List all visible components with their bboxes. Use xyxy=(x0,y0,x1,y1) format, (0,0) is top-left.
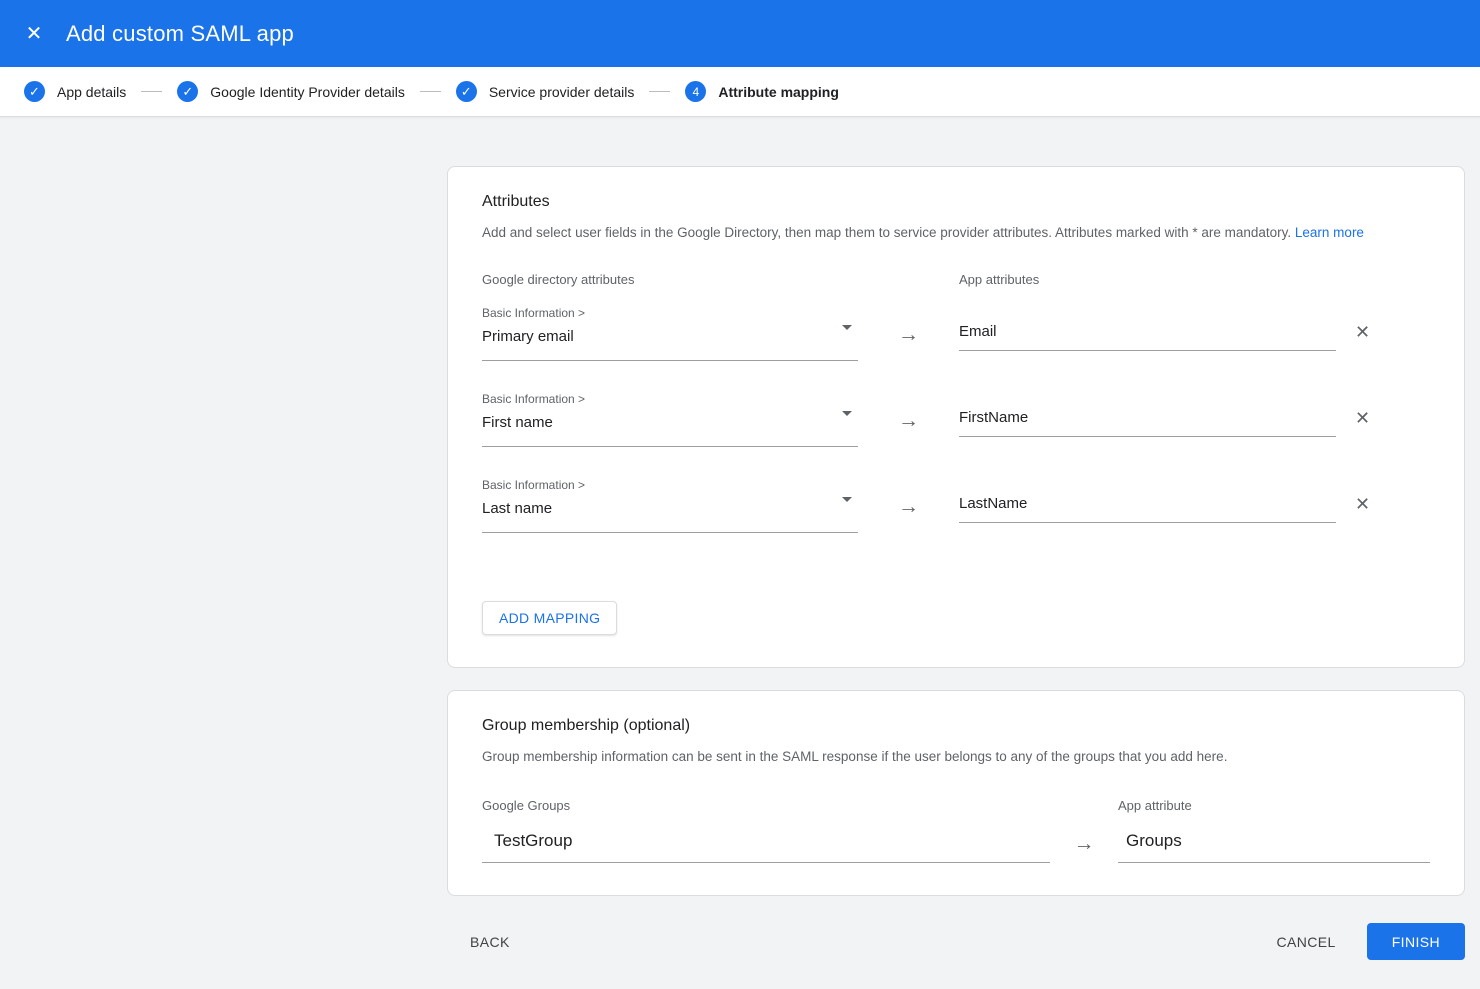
wizard-footer: BACK CANCEL FINISH xyxy=(447,923,1465,980)
page-content: Attributes Add and select user fields in… xyxy=(0,117,1480,980)
step-label: Google Identity Provider details xyxy=(210,84,405,100)
check-icon: ✓ xyxy=(24,81,45,102)
column-header-app-attribute: App attribute xyxy=(1118,798,1430,813)
finish-button[interactable]: FINISH xyxy=(1367,923,1465,960)
step-attribute-mapping[interactable]: 4 Attribute mapping xyxy=(685,81,839,102)
learn-more-link[interactable]: Learn more xyxy=(1295,225,1364,240)
column-header-google-directory: Google directory attributes xyxy=(482,272,858,287)
group-membership-card: Group membership (optional) Group member… xyxy=(447,690,1465,896)
mapping-row: Basic Information > Last name → LastName… xyxy=(482,477,1430,533)
step-divider xyxy=(649,91,670,92)
step-service-provider-details[interactable]: ✓ Service provider details xyxy=(456,81,635,102)
app-attribute-input[interactable]: FirstName xyxy=(959,408,1336,437)
directory-attribute-select[interactable]: Basic Information > First name xyxy=(482,391,858,447)
select-category-label: Basic Information > xyxy=(482,477,858,493)
close-icon[interactable]: ✕ xyxy=(16,16,52,52)
attributes-card-title: Attributes xyxy=(482,193,1430,211)
step-app-details[interactable]: ✓ App details xyxy=(24,81,126,102)
step-label: Attribute mapping xyxy=(718,84,839,100)
app-attribute-input[interactable]: LastName xyxy=(959,494,1336,523)
back-button[interactable]: BACK xyxy=(464,926,516,958)
select-value: Primary email xyxy=(482,327,858,347)
app-attribute-input[interactable]: Email xyxy=(959,322,1336,351)
select-value: Last name xyxy=(482,499,858,519)
dialog-title: Add custom SAML app xyxy=(66,21,294,47)
column-header-app-attributes: App attributes xyxy=(959,272,1336,287)
check-icon: ✓ xyxy=(177,81,198,102)
step-divider xyxy=(420,91,441,92)
remove-mapping-icon[interactable]: ✕ xyxy=(1355,322,1370,342)
group-app-attribute-input[interactable]: Groups xyxy=(1118,831,1430,863)
add-mapping-button[interactable]: ADD MAPPING xyxy=(482,601,617,635)
description-text: Add and select user fields in the Google… xyxy=(482,225,1291,240)
step-divider xyxy=(141,91,162,92)
group-card-title: Group membership (optional) xyxy=(482,717,1430,735)
attributes-card: Attributes Add and select user fields in… xyxy=(447,166,1465,668)
step-label: App details xyxy=(57,84,126,100)
remove-mapping-icon[interactable]: ✕ xyxy=(1355,494,1370,514)
step-label: Service provider details xyxy=(489,84,635,100)
mapping-row: Basic Information > Primary email → Emai… xyxy=(482,305,1430,361)
mapping-row: Basic Information > First name → FirstNa… xyxy=(482,391,1430,447)
step-google-idp-details[interactable]: ✓ Google Identity Provider details xyxy=(177,81,405,102)
cancel-button[interactable]: CANCEL xyxy=(1271,926,1342,958)
directory-attribute-select[interactable]: Basic Information > Last name xyxy=(482,477,858,533)
directory-attribute-select[interactable]: Basic Information > Primary email xyxy=(482,305,858,361)
select-category-label: Basic Information > xyxy=(482,391,858,407)
check-icon: ✓ xyxy=(456,81,477,102)
remove-mapping-icon[interactable]: ✕ xyxy=(1355,408,1370,428)
attributes-card-description: Add and select user fields in the Google… xyxy=(482,224,1430,242)
app-bar: ✕ Add custom SAML app xyxy=(0,0,1480,67)
maps-to-arrow-icon: → xyxy=(858,391,959,447)
maps-to-arrow-icon: → xyxy=(1050,831,1118,863)
group-card-description: Group membership information can be sent… xyxy=(482,748,1430,766)
chevron-down-icon xyxy=(842,325,852,330)
mapping-column-headers: Google directory attributes App attribut… xyxy=(482,272,1430,287)
google-groups-input[interactable]: TestGroup xyxy=(482,831,1050,863)
wizard-stepper: ✓ App details ✓ Google Identity Provider… xyxy=(0,67,1480,117)
group-mapping-grid: Google Groups App attribute TestGroup → … xyxy=(482,798,1430,863)
maps-to-arrow-icon: → xyxy=(858,305,959,361)
select-value: First name xyxy=(482,413,858,433)
step-number-icon: 4 xyxy=(685,81,706,102)
column-header-google-groups: Google Groups xyxy=(482,798,1050,813)
select-category-label: Basic Information > xyxy=(482,305,858,321)
chevron-down-icon xyxy=(842,411,852,416)
maps-to-arrow-icon: → xyxy=(858,477,959,533)
chevron-down-icon xyxy=(842,497,852,502)
